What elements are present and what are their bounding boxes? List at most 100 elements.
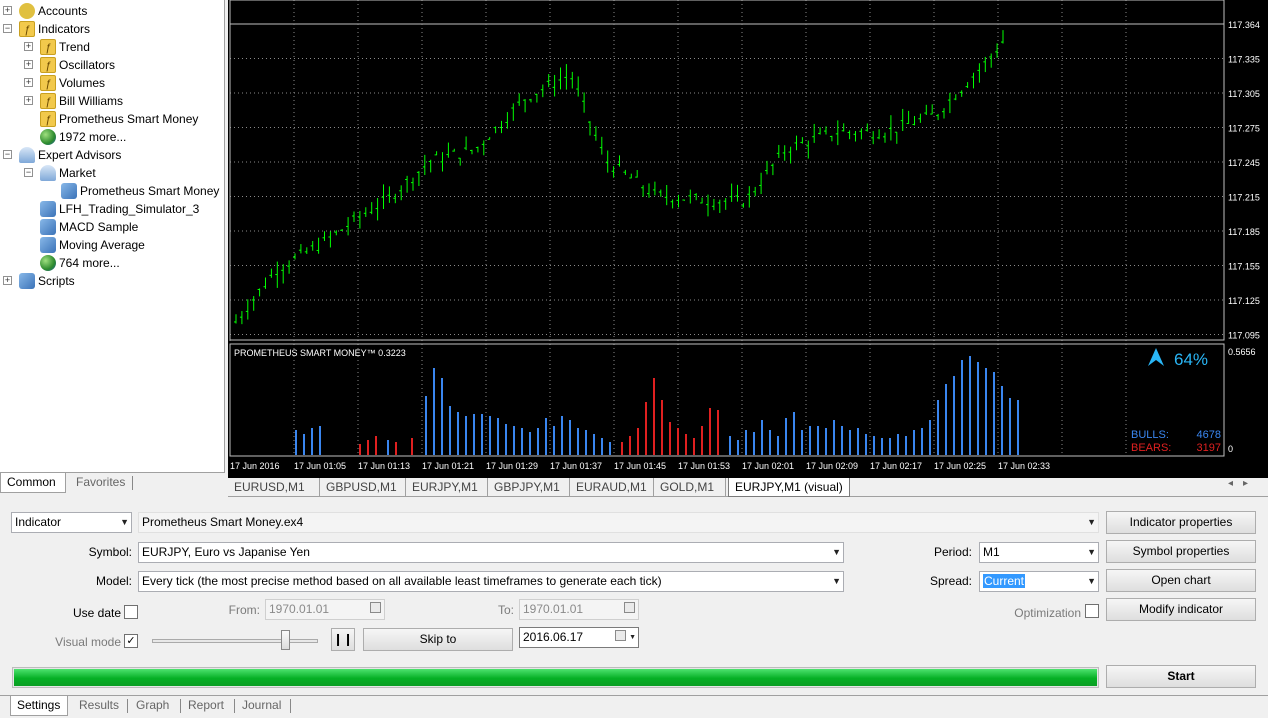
- time-label: 17 Jun 02:09: [806, 461, 858, 471]
- tab-chart-eurjpy[interactable]: EURJPY,M1: [406, 478, 488, 497]
- expand-icon[interactable]: +: [24, 60, 33, 69]
- optimization-checkbox[interactable]: [1085, 604, 1099, 618]
- tab-report[interactable]: Report: [182, 696, 230, 716]
- navigator-item-label: LFH_Trading_Simulator_3: [59, 202, 200, 216]
- collapse-icon[interactable]: −: [24, 168, 33, 177]
- expert-icon: [40, 219, 56, 235]
- navigator-item-label: Bill Williams: [59, 94, 123, 108]
- time-label: 17 Jun 01:45: [614, 461, 666, 471]
- tab-scroll-arrows[interactable]: ◂▸: [1228, 478, 1258, 489]
- tab-separator: [290, 699, 291, 713]
- test-progress-bar: [12, 667, 1099, 688]
- chart-window[interactable]: 117.364 117.335 117.305 117.275 117.245 117.2…: [228, 0, 1268, 478]
- navigator-item-label: Prometheus Smart Money: [80, 184, 220, 198]
- price-label: 117.185: [1228, 227, 1260, 237]
- use-date-checkbox[interactable]: [124, 605, 138, 619]
- tab-separator: [132, 476, 133, 490]
- expert-icon: [40, 201, 56, 217]
- speed-slider-track[interactable]: [152, 639, 318, 643]
- chevron-down-icon: ▼: [1087, 517, 1096, 527]
- symbol-properties-button[interactable]: Symbol properties: [1106, 540, 1256, 563]
- period-select[interactable]: M1 ▼: [979, 542, 1099, 563]
- tab-graph[interactable]: Graph: [130, 696, 175, 716]
- symbol-select[interactable]: EURJPY, Euro vs Japanise Yen ▼: [138, 542, 844, 563]
- price-label: 117.305: [1228, 89, 1260, 99]
- indicator-max-label: 0.5656: [1228, 347, 1256, 357]
- expand-icon[interactable]: +: [24, 96, 33, 105]
- tab-chart-gbpjpy[interactable]: GBPJPY,M1: [488, 478, 570, 497]
- chevron-down-icon: ▼: [1087, 576, 1096, 586]
- tab-results[interactable]: Results: [73, 696, 125, 716]
- indicator-title: PROMETHEUS SMART MONEY™ 0.3223: [234, 348, 406, 358]
- tab-chart-gbpusd[interactable]: GBPUSD,M1: [320, 478, 406, 497]
- navigator-item-label: Volumes: [59, 76, 106, 90]
- tab-chart-eurjpy-visual[interactable]: EURJPY,M1 (visual): [728, 478, 850, 497]
- chevron-down-icon: ▼: [832, 576, 841, 586]
- time-label: 17 Jun 01:05: [294, 461, 346, 471]
- indicator-folder-icon: [40, 75, 56, 93]
- tab-chart-eurusd[interactable]: EURUSD,M1: [228, 478, 320, 497]
- percent-readout: 64%: [1174, 350, 1208, 369]
- navigator-item-label: Accounts: [38, 4, 88, 18]
- tab-favorites[interactable]: Favorites: [70, 473, 131, 493]
- optimization-label: Optimization: [1014, 606, 1081, 620]
- tab-chart-gold[interactable]: GOLD,M1: [654, 478, 726, 497]
- navigator-item-label: Expert Advisors: [38, 148, 122, 162]
- expand-icon[interactable]: +: [24, 78, 33, 87]
- model-select[interactable]: Every tick (the most precise method base…: [138, 571, 844, 592]
- tab-separator: [127, 699, 128, 713]
- to-date-field[interactable]: 1970.01.01: [519, 599, 639, 620]
- period-label: Period:: [933, 545, 972, 559]
- indicator-folder-icon: [40, 39, 56, 57]
- tab-common[interactable]: Common: [0, 473, 66, 493]
- tab-journal[interactable]: Journal: [236, 696, 287, 716]
- calendar-icon: [624, 602, 635, 613]
- collapse-icon[interactable]: −: [3, 150, 12, 159]
- navigator-item-label: Market: [59, 166, 96, 180]
- bears-label: BEARS:: [1131, 442, 1171, 454]
- collapse-icon[interactable]: −: [3, 24, 12, 33]
- navigator-panel: + Accounts − Indicators + Trend + Oscillators + V…: [0, 0, 225, 496]
- start-button[interactable]: Start: [1106, 665, 1256, 688]
- bulls-label: BULLS:: [1131, 429, 1169, 441]
- time-label: 17 Jun 02:17: [870, 461, 922, 471]
- price-label: 117.364: [1228, 20, 1260, 30]
- tab-settings[interactable]: Settings: [10, 696, 68, 716]
- from-label: From:: [228, 603, 260, 617]
- tab-chart-euraud[interactable]: EURAUD,M1: [570, 478, 654, 497]
- bears-value: 3197: [1197, 442, 1221, 454]
- time-label: 17 Jun 02:01: [742, 461, 794, 471]
- navigator-item-label: 764 more...: [59, 256, 120, 270]
- speed-slider-thumb[interactable]: [281, 630, 290, 650]
- navigator-item-label: Moving Average: [59, 238, 145, 252]
- from-date-field[interactable]: 1970.01.01: [265, 599, 385, 620]
- price-chart[interactable]: 117.364 117.335 117.305 117.275 117.245 117.2…: [228, 0, 1268, 478]
- program-select[interactable]: Prometheus Smart Money.ex4 ▼: [138, 512, 1099, 533]
- globe-icon: [40, 129, 56, 145]
- time-label: 17 Jun 02:33: [998, 461, 1050, 471]
- use-date-label: Use date: [72, 606, 121, 620]
- indicator-properties-button[interactable]: Indicator properties: [1106, 511, 1256, 534]
- visual-mode-checkbox[interactable]: ✓: [124, 634, 138, 648]
- expand-icon[interactable]: +: [24, 42, 33, 51]
- spread-select[interactable]: Current ▼: [979, 571, 1099, 592]
- progress-fill: [14, 669, 1097, 686]
- chart-background: [228, 0, 1268, 478]
- folder-icon: [19, 21, 35, 39]
- time-label: 17 Jun 01:53: [678, 461, 730, 471]
- expand-icon[interactable]: +: [3, 276, 12, 285]
- open-chart-button[interactable]: Open chart: [1106, 569, 1256, 592]
- skip-to-button[interactable]: Skip to: [363, 628, 513, 651]
- pause-button[interactable]: ❙❙: [331, 628, 355, 651]
- expand-icon[interactable]: +: [3, 6, 12, 15]
- program-type-select[interactable]: Indicator ▼: [11, 512, 132, 533]
- modify-indicator-button[interactable]: Modify indicator: [1106, 598, 1256, 621]
- skip-date-field[interactable]: 2016.06.17 ▼: [519, 627, 639, 648]
- chevron-down-icon: ▼: [1087, 547, 1096, 557]
- navigator-tabs: Common Favorites: [0, 472, 225, 496]
- navigator-tree: + Accounts − Indicators + Trend + Oscillators + V…: [0, 0, 225, 470]
- price-label: 117.155: [1228, 262, 1260, 272]
- navigator-item-label: 1972 more...: [59, 130, 127, 144]
- tab-separator: [234, 699, 235, 713]
- to-label: To:: [497, 603, 514, 617]
